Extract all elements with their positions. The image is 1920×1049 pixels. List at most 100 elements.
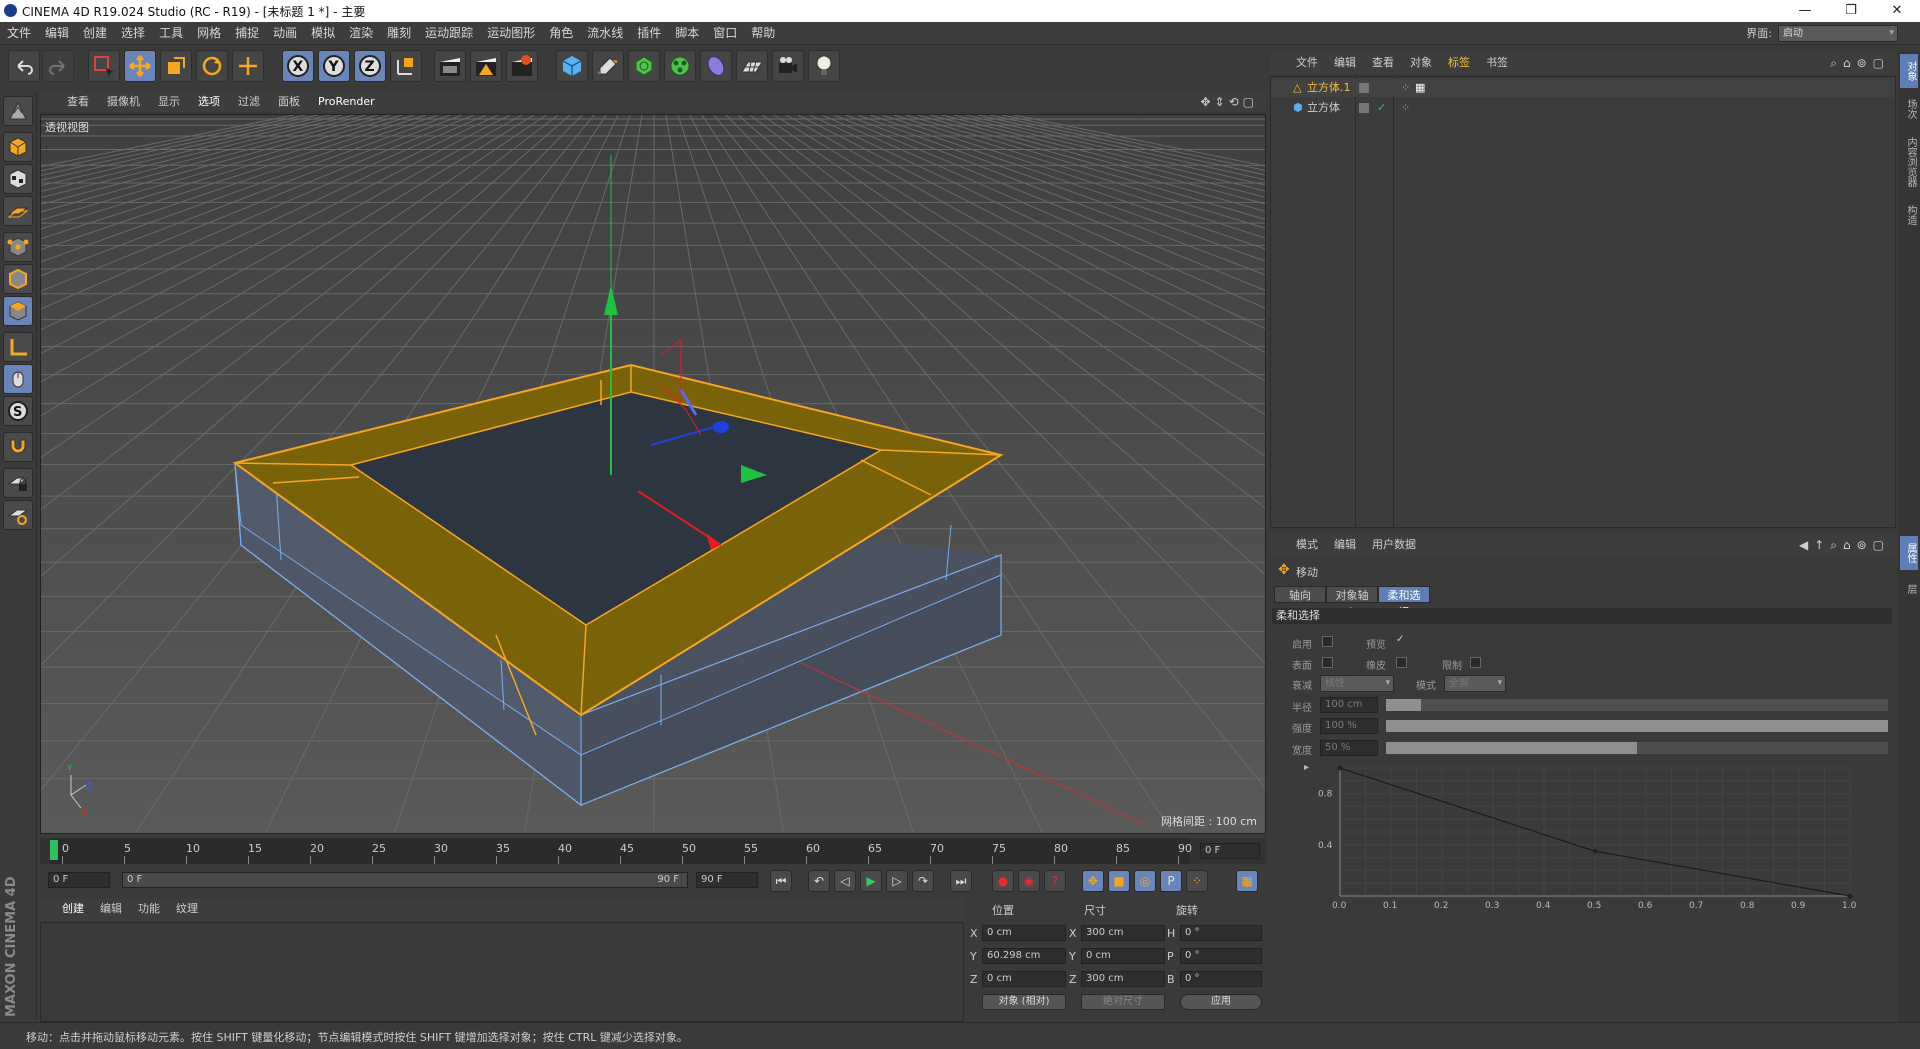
key-rotation-icon[interactable]: ◎ [1134, 870, 1156, 892]
material-menu-function[interactable]: 功能 [130, 898, 168, 920]
viewport-menu-cameras[interactable]: 摄像机 [98, 92, 149, 112]
coordinate-system-icon[interactable] [390, 50, 422, 82]
limit-checkbox[interactable] [1470, 657, 1481, 668]
start-frame-field[interactable]: 0 F [48, 872, 110, 888]
object-row[interactable]: △ 立方体.1 ⁘ ▦ [1271, 79, 1895, 97]
minimize-button[interactable]: — [1782, 0, 1828, 22]
material-area[interactable] [40, 922, 964, 1022]
menu-sculpt[interactable]: 雕刻 [380, 22, 418, 44]
menu-window[interactable]: 窗口 [706, 22, 744, 44]
menu-character[interactable]: 角色 [542, 22, 580, 44]
workplane-icon[interactable] [3, 196, 33, 226]
preview-range-slider[interactable]: 0 F 90 F [122, 872, 688, 888]
tag-icon[interactable]: ⁘ [1401, 99, 1410, 117]
falloff-graph[interactable]: 0.0 0.1 0.2 0.3 0.4 0.5 0.6 0.7 0.8 0.9 1.0 0.8 0.4 [1310, 760, 1870, 920]
key-position-icon[interactable]: ✥ [1082, 870, 1104, 892]
object-name[interactable]: 立方体.1 [1307, 79, 1351, 97]
z-axis-lock-icon[interactable]: Z [354, 50, 386, 82]
attr-menu-edit[interactable]: 编辑 [1326, 534, 1364, 556]
object-manager-tools[interactable]: ⌕⌂⊚▢ [1830, 56, 1890, 71]
tab-layers[interactable]: 层 [1900, 574, 1918, 604]
viewport-menu-panel[interactable]: 面板 [269, 92, 309, 112]
key-pla-icon[interactable]: ⁘ [1186, 870, 1208, 892]
tab-object-axis[interactable]: 对象轴心 [1326, 586, 1378, 619]
viewport-menu-display[interactable]: 显示 [149, 92, 189, 112]
menu-script[interactable]: 脚本 [668, 22, 706, 44]
solo-mode-icon[interactable]: S [3, 396, 33, 426]
play-icon[interactable]: ▶ [860, 870, 882, 892]
cube-object-icon[interactable] [556, 50, 588, 82]
cloner-icon[interactable] [664, 50, 696, 82]
timeline-window-icon[interactable]: ▦ [1236, 870, 1258, 892]
snap-icon[interactable] [3, 432, 33, 462]
y-axis-lock-icon[interactable]: Y [318, 50, 350, 82]
move-tool-icon[interactable] [124, 50, 156, 82]
material-menu-edit[interactable]: 编辑 [92, 898, 130, 920]
size-y-field[interactable]: 0 cm [1081, 948, 1165, 964]
menu-pipeline[interactable]: 流水线 [580, 22, 630, 44]
lock-workplane-icon[interactable] [3, 468, 33, 498]
menu-mograph[interactable]: 运动图形 [480, 22, 542, 44]
timeline[interactable]: 0 5 10 15 20 25 30 35 40 45 50 55 60 65 70 75 80 85 90 0 F [40, 838, 1266, 864]
rot-p-field[interactable]: 0 ° [1180, 948, 1262, 964]
pos-z-field[interactable]: 0 cm [982, 971, 1066, 987]
go-to-start-icon[interactable]: ⏮ [770, 870, 792, 892]
radius-slider[interactable] [1386, 699, 1888, 711]
next-frame-icon[interactable]: ▷ [886, 870, 908, 892]
z-axis-arrow[interactable] [713, 421, 729, 433]
radius-field[interactable]: 100 cm [1320, 697, 1378, 713]
previous-frame-icon[interactable]: ◁ [834, 870, 856, 892]
playhead[interactable] [50, 840, 58, 860]
material-tag-icon[interactable]: ▦ [1415, 79, 1425, 97]
rot-h-field[interactable]: 0 ° [1180, 925, 1262, 941]
menu-render[interactable]: 渲染 [342, 22, 380, 44]
render-settings-icon[interactable] [506, 50, 538, 82]
points-mode-icon[interactable] [3, 232, 33, 262]
end-frame-field[interactable]: 90 F [696, 872, 758, 888]
strength-slider[interactable] [1386, 720, 1888, 732]
surface-checkbox[interactable] [1322, 657, 1333, 668]
menu-file[interactable]: 文件 [0, 22, 38, 44]
go-to-end-icon[interactable]: ⏭ [950, 870, 972, 892]
menu-mesh[interactable]: 网格 [190, 22, 228, 44]
menu-help[interactable]: 帮助 [744, 22, 782, 44]
timeline-ruler[interactable]: 0 5 10 15 20 25 30 35 40 45 50 55 60 65 70 75 80 85 90 [50, 838, 1192, 864]
menu-animate[interactable]: 动画 [266, 22, 304, 44]
keyframe-selection-icon[interactable]: ? [1044, 870, 1066, 892]
subdivision-surface-icon[interactable] [628, 50, 660, 82]
size-z-field[interactable]: 300 cm [1081, 971, 1165, 987]
polygons-mode-icon[interactable] [3, 296, 33, 326]
object-menu-view[interactable]: 查看 [1364, 52, 1402, 74]
object-menu-tags[interactable]: 标签 [1440, 52, 1478, 74]
tab-soft-selection[interactable]: 柔和选择 [1378, 586, 1430, 619]
menu-plugins[interactable]: 插件 [630, 22, 668, 44]
autokey-icon[interactable]: ◉ [1018, 870, 1040, 892]
object-menu-edit[interactable]: 编辑 [1326, 52, 1364, 74]
width-field[interactable]: 50 % [1320, 740, 1378, 756]
attr-menu-mode[interactable]: 模式 [1288, 534, 1326, 556]
key-scale-icon[interactable]: ■ [1108, 870, 1130, 892]
rubber-checkbox[interactable] [1396, 657, 1407, 668]
attr-menu-userdata[interactable]: 用户数据 [1364, 534, 1424, 556]
tab-attributes[interactable]: 属性 [1900, 536, 1918, 570]
viewport-menu-prorender[interactable]: ProRender [309, 92, 384, 112]
next-key-icon[interactable]: ↷ [912, 870, 934, 892]
object-menu-bookmarks[interactable]: 书签 [1478, 52, 1516, 74]
planar-workplane-icon[interactable] [3, 500, 33, 530]
size-mode-dropdown[interactable]: 绝对尺寸 [1081, 994, 1165, 1010]
apply-button[interactable]: 应用 [1180, 994, 1262, 1010]
rot-b-field[interactable]: 0 ° [1180, 971, 1262, 987]
menu-create[interactable]: 创建 [76, 22, 114, 44]
material-menu-create[interactable]: 创建 [54, 898, 92, 920]
render-view-icon[interactable] [434, 50, 466, 82]
tag-icon[interactable]: ⁘ [1401, 79, 1410, 97]
object-name[interactable]: 立方体 [1307, 99, 1340, 117]
menu-snap[interactable]: 捕捉 [228, 22, 266, 44]
perspective-viewport[interactable]: Y Z X 透视视图 网格间距 : 100 cm [40, 114, 1266, 834]
material-menu-texture[interactable]: 纹理 [168, 898, 206, 920]
render-picture-viewer-icon[interactable] [470, 50, 502, 82]
floor-object-icon[interactable] [736, 50, 768, 82]
menu-motion-tracking[interactable]: 运动跟踪 [418, 22, 480, 44]
selection-tool-icon[interactable] [88, 50, 120, 82]
redo-button[interactable] [42, 50, 74, 82]
